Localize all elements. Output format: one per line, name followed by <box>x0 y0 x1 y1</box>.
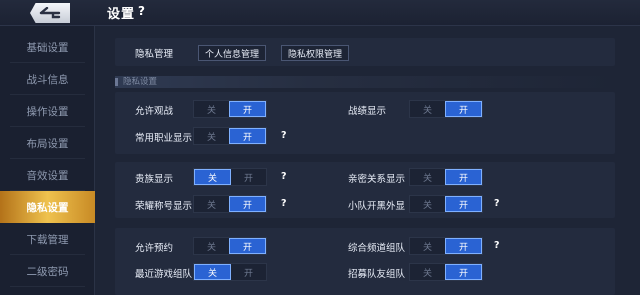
record-display-toggle[interactable]: 关 开 <box>409 100 483 118</box>
allow-watch-on[interactable]: 开 <box>229 101 266 117</box>
sidebar-item-download[interactable]: 下载管理 <box>0 223 95 255</box>
team-appearance-toggle[interactable]: 关 开 <box>409 195 483 213</box>
settings-group-3 <box>115 228 615 295</box>
allow-booking-toggle[interactable]: 关 开 <box>193 237 267 255</box>
honor-title-display-off[interactable]: 关 <box>194 196 229 212</box>
intimacy-display-label: 亲密关系显示 <box>348 174 406 185</box>
top-bar: 设置 ? <box>0 0 640 26</box>
personal-info-manage-button[interactable]: 个人信息管理 <box>198 45 267 61</box>
honor-title-display-on[interactable]: 开 <box>229 196 266 212</box>
channel-team-off[interactable]: 关 <box>410 238 445 254</box>
privacy-manage-label: 隐私管理 <box>135 49 174 60</box>
back-button[interactable] <box>30 3 70 23</box>
recent-team-off[interactable]: 关 <box>194 264 231 280</box>
settings-group-1 <box>115 92 615 154</box>
privacy-manage-panel: 隐私管理 个人信息管理 隐私权限管理 <box>115 38 615 66</box>
channel-team-on[interactable]: 开 <box>445 238 482 254</box>
back-arrow-icon <box>39 7 61 19</box>
noble-display-on[interactable]: 开 <box>231 169 266 185</box>
sidebar-item-battle-info[interactable]: 战斗信息 <box>0 63 95 95</box>
channel-team-help-icon[interactable]: ? <box>494 240 500 251</box>
channel-team-toggle[interactable]: 关 开 <box>409 237 483 255</box>
sidebar-item-secondary-password[interactable]: 二级密码 <box>0 255 95 287</box>
sidebar: 基础设置 战斗信息 操作设置 布局设置 音效设置 隐私设置 下载管理 二级密码 <box>0 26 95 295</box>
team-appearance-off[interactable]: 关 <box>410 196 445 212</box>
recruit-team-toggle[interactable]: 关 开 <box>409 263 483 281</box>
common-role-display-on[interactable]: 开 <box>229 128 266 144</box>
common-role-display-toggle[interactable]: 关 开 <box>193 127 267 145</box>
honor-title-help-icon[interactable]: ? <box>281 198 287 209</box>
sidebar-item-sound[interactable]: 音效设置 <box>0 159 95 191</box>
team-appearance-help-icon[interactable]: ? <box>494 198 500 209</box>
intimacy-display-off[interactable]: 关 <box>410 169 445 185</box>
privacy-permission-manage-button[interactable]: 隐私权限管理 <box>281 45 350 61</box>
common-role-help-icon[interactable]: ? <box>281 130 287 141</box>
noble-help-icon[interactable]: ? <box>281 171 287 182</box>
channel-team-label: 综合频道组队 <box>348 243 406 254</box>
record-display-off[interactable]: 关 <box>410 101 445 117</box>
team-appearance-label: 小队开黑外显 <box>348 201 406 212</box>
allow-watch-off[interactable]: 关 <box>194 101 229 117</box>
sidebar-item-controls[interactable]: 操作设置 <box>0 95 95 127</box>
recruit-team-on[interactable]: 开 <box>445 264 482 280</box>
honor-title-display-label: 荣耀称号显示 <box>135 201 193 212</box>
noble-display-toggle[interactable]: 关 开 <box>193 168 267 186</box>
allow-watch-toggle[interactable]: 关 开 <box>193 100 267 118</box>
allow-watch-label: 允许观战 <box>135 106 174 117</box>
help-icon[interactable]: ? <box>138 4 145 18</box>
common-role-display-label: 常用职业显示 <box>135 133 193 144</box>
noble-display-off[interactable]: 关 <box>194 169 231 185</box>
noble-display-label: 贵族显示 <box>135 174 174 185</box>
honor-title-display-toggle[interactable]: 关 开 <box>193 195 267 213</box>
common-role-display-off[interactable]: 关 <box>194 128 229 144</box>
sidebar-item-privacy[interactable]: 隐私设置 <box>0 191 95 223</box>
section-title: 隐私设置 <box>115 76 615 88</box>
recent-team-toggle[interactable]: 关 开 <box>193 263 267 281</box>
record-display-on[interactable]: 开 <box>445 101 482 117</box>
recruit-team-label: 招募队友组队 <box>348 269 406 280</box>
page-title: 设置 <box>107 7 136 22</box>
allow-booking-label: 允许预约 <box>135 243 174 254</box>
record-display-label: 战绩显示 <box>348 106 387 117</box>
sidebar-item-layout[interactable]: 布局设置 <box>0 127 95 159</box>
allow-booking-on[interactable]: 开 <box>229 238 266 254</box>
allow-booking-off[interactable]: 关 <box>194 238 229 254</box>
recruit-team-off[interactable]: 关 <box>410 264 445 280</box>
team-appearance-on[interactable]: 开 <box>445 196 482 212</box>
sidebar-item-basic[interactable]: 基础设置 <box>0 31 95 63</box>
recent-team-on[interactable]: 开 <box>231 264 266 280</box>
intimacy-display-toggle[interactable]: 关 开 <box>409 168 483 186</box>
recent-team-label: 最近游戏组队 <box>135 269 193 280</box>
intimacy-display-on[interactable]: 开 <box>445 169 482 185</box>
